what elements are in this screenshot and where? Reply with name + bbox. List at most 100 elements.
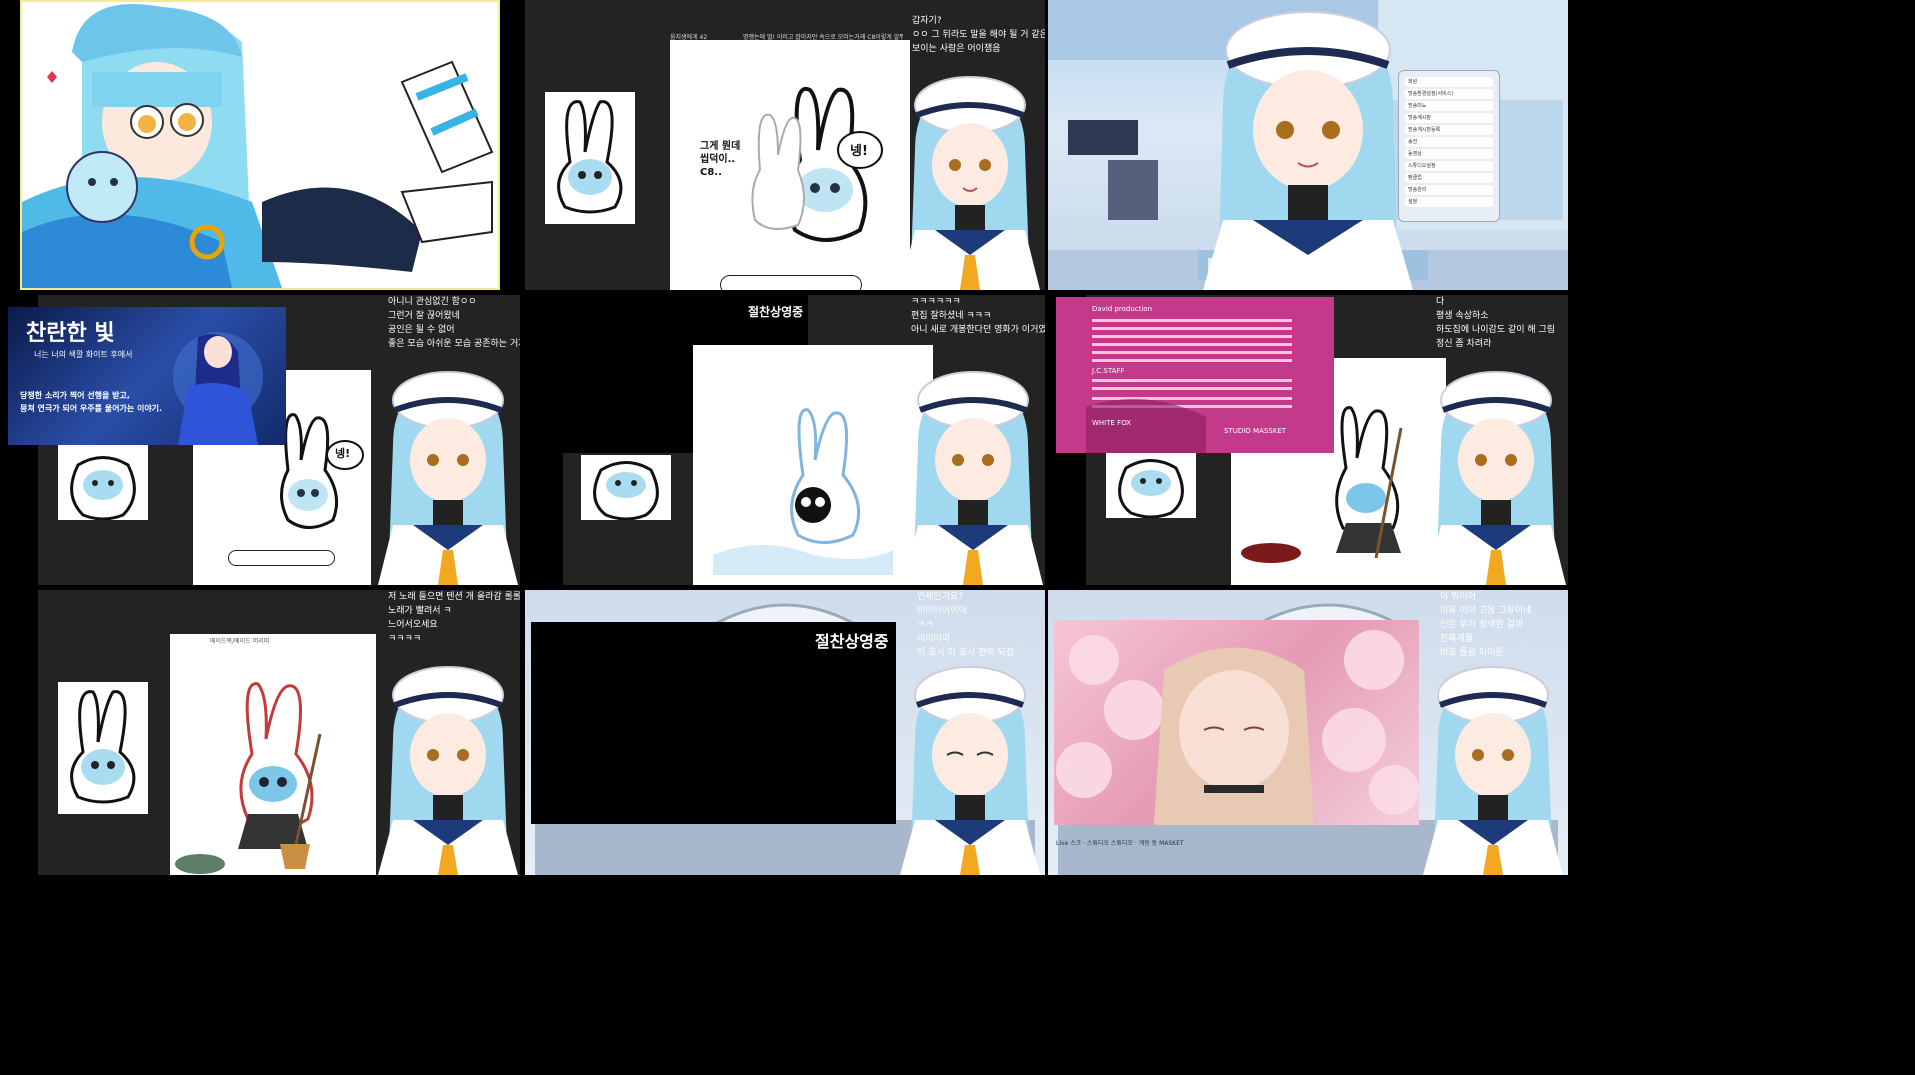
chat-line: 이 호시 이 호시 편히 되집	[917, 648, 1015, 658]
main-canvas[interactable]	[693, 345, 933, 585]
tile-illustration[interactable]	[20, 0, 500, 290]
chat-line: 신은 무기 정색한 걸까	[1440, 620, 1524, 630]
tile-drawing-stream-5[interactable]: 메이드복/메이드 머리띠 저 노래 들으면 텐션 개 올라감 롤롤 ㅋㅋ 노래가…	[38, 590, 520, 875]
chat-overlay: ㅋㅋㅋㅋㅋㅋ 편집 잘하셨네 ㅋㅋㅋ 아니 새로 개봉한다던 영화가 이거였네	[911, 295, 1045, 337]
banner-title: 찬란한 빛	[26, 321, 115, 346]
menu-item[interactable]: 스튜디오설정	[1405, 161, 1493, 171]
bubble-right-text: 넹!	[850, 144, 868, 159]
chat-overlay: 이 뭐이어 이유 이야 고음 그뮤이네 신은 무기 정색한 걸까 진짜개꿀 바로…	[1440, 590, 1531, 660]
chat-line: ㅇㅇ 그 뒤라도 말을 해야 될 거 같은 게	[912, 30, 1045, 40]
chat-line: ㅋㅋㅋㅋ	[388, 634, 422, 644]
tile-room-stream[interactable]: 회원 방송환경설정(서비스) 방송미뇨 방송계시판 방송게시판등록 송전 동영상…	[1048, 0, 1568, 290]
reference-canvas	[1106, 453, 1196, 519]
menu-item[interactable]: 방송게시판등록	[1405, 125, 1493, 135]
chat-line: 보이는 사람은 어이잼음	[912, 44, 1001, 54]
chat-overlay: 아니니 관심없긴 함ㅇㅇ 그런거 잘 끊어왔네 공인은 될 수 없어 좋은 모습…	[388, 295, 520, 351]
vtuber-avatar	[378, 371, 518, 585]
chat-line: 갑자기?	[912, 16, 942, 26]
chat-line: 진짜개꿀	[1440, 634, 1474, 644]
menu-item[interactable]: 방송계시판	[1405, 113, 1493, 123]
chat-line: 바로 틀을 되이문	[1440, 648, 1504, 658]
chat-line: 아니니 관심없긴 함ㅇㅇ	[388, 297, 477, 307]
tile-drawing-stream-3[interactable]: 절찬상영중 ㅋㅋㅋㅋㅋㅋ 편집 잘하셨네 ㅋㅋㅋ 아니 새로 개봉한다던 영화가…	[563, 295, 1045, 585]
chat-line: 이 뭐이어	[1440, 592, 1476, 602]
video-placeholder	[531, 622, 896, 824]
caption-left: 움지생에게 42	[670, 34, 708, 41]
bunny-reference	[70, 690, 136, 804]
chat-line: 느어서오세요	[388, 620, 438, 630]
chat-line: 평생 속상하소	[1436, 311, 1489, 321]
video-title: 절찬상영중	[815, 632, 889, 651]
vtuber-avatar	[900, 666, 1040, 875]
menu-item[interactable]: 송전	[1405, 137, 1493, 147]
chat-line: 하도집에 나이감도 같이 해 그림	[1436, 325, 1556, 335]
credits-line: WHITE FOX	[1092, 419, 1132, 427]
banner-body: 당쟁한 소리가 찍어 선행을 받고, 뭉쳐 연극가 되어 우주를 울어가는 이야…	[20, 391, 163, 413]
tile-room-stream-3[interactable]: 이 뭐이어 이유 이야 고음 그뮤이네 신은 무기 정색한 걸까 진짜개꿀 바로…	[1048, 590, 1568, 875]
main-canvas[interactable]: 그게 뭔데 씹덕이.. C8.. 넹!	[670, 40, 910, 290]
vtuber-avatar	[1426, 371, 1566, 585]
vtuber-avatar	[378, 666, 518, 875]
credits-overlay: David production J.C.STAFF WHITE FOX STU…	[1056, 297, 1334, 453]
tile-drawing-stream-1[interactable]: 그게 뭔데 씹덕이.. C8.. 넹! 움지생에게 42 명쟁논에 멀! 이러고…	[525, 0, 1045, 290]
bunny-reference	[1118, 459, 1184, 519]
tile-room-stream-2[interactable]: 절찬상영중 언제인가요? 이이이이이이 ㅋㅋ 이이이이 이 호시 이 호시 편히…	[525, 590, 1045, 875]
settings-menu[interactable]: 회원 방송환경설정(서비스) 방송미뇨 방송계시판 방송게시판등록 송전 동영상…	[1398, 70, 1500, 222]
illustration-art	[22, 4, 494, 288]
vtuber-avatar	[1203, 11, 1413, 290]
chat-line: ㅋㅋ	[917, 620, 934, 630]
chat-line: 이이이이이이	[917, 606, 967, 616]
movie-banner: 찬란한 빛 너는 너의 색깔 화이트 후에서 당쟁한 소리가 찍어 선행을 받고…	[8, 307, 286, 445]
chat-line: 노래가 빨려서 ㅋ	[388, 606, 452, 616]
anime-video-art	[1056, 630, 1419, 825]
canvas-bottom-button[interactable]	[228, 550, 335, 566]
chat-line: 저 노래 들으면 텐션 개 올라감 롤롤 ㅋㅋ	[388, 592, 520, 602]
menu-item[interactable]: 동영상	[1405, 149, 1493, 159]
caption-right: 명쟁논에 멀! 이러고 잡아지만 속으로 모러는거래 C8이렇게 알뤄는거거든요	[743, 34, 903, 41]
bunny-reference	[593, 461, 659, 521]
anime-video	[1054, 620, 1419, 825]
menu-item[interactable]: 방송관리	[1405, 185, 1493, 195]
chat-line: 공인은 될 수 없어	[388, 325, 455, 335]
canvas-caption: 메이드복/메이드 머리띠	[210, 638, 270, 645]
menu-item[interactable]: 설정	[1405, 197, 1493, 207]
main-canvas[interactable]: 메이드복/메이드 머리띠	[170, 634, 376, 875]
vtuber-avatar	[1423, 666, 1563, 875]
chat-line: 이이이이	[917, 634, 951, 644]
chat-line: 이유 이야 고음 그뮤이네	[1440, 606, 1532, 616]
chat-line: 정신 좀 차려라	[1436, 339, 1492, 349]
vtuber-avatar	[900, 76, 1040, 290]
chat-overlay: 저 노래 들으면 텐션 개 올라감 롤롤 ㅋㅋ 노래가 빨려서 ㅋ 느어서오세요…	[388, 590, 520, 646]
bunny-reference	[70, 456, 136, 521]
chat-line: 좋은 모습 아쉬운 모습 공존하는 거지	[388, 339, 520, 349]
vtuber-avatar	[903, 371, 1043, 585]
video-title: 절찬상영중	[748, 305, 804, 319]
reference-canvas	[58, 682, 148, 814]
bubble-left-text: 그게 뭔데 씹덕이.. C8..	[700, 141, 741, 178]
chat-line: 그런거 잘 끊어왔네	[388, 311, 460, 321]
chat-overlay: 다 평생 속상하소 하도집에 나이감도 같이 해 그림 정신 좀 차려라	[1436, 295, 1555, 351]
bunny-reference	[557, 100, 623, 214]
credits-line: STUDIO MASSKET	[1224, 427, 1287, 435]
menu-item[interactable]: 방송미뇨	[1405, 101, 1493, 111]
chat-overlay: 언제인가요? 이이이이이이 ㅋㅋ 이이이이 이 호시 이 호시 편히 되집	[917, 590, 1014, 660]
canvas-bottom-button[interactable]	[720, 275, 862, 290]
menu-item[interactable]: 회원	[1405, 77, 1493, 87]
credits-line: J.C.STAFF	[1092, 367, 1125, 375]
menu-item[interactable]: 팬클럽	[1405, 173, 1493, 183]
reference-canvas	[581, 455, 671, 521]
chat-line: 언제인가요?	[917, 592, 964, 602]
menu-item[interactable]: 방송환경설정(서비스)	[1405, 89, 1493, 99]
bubble-right-text: 넹!	[335, 447, 351, 460]
reference-canvas	[58, 445, 148, 521]
chat-line: 다	[1436, 297, 1445, 307]
footer-credit: Live 스크 · 스튜디오 스튜디오 · 게등 동 MASKET	[1056, 840, 1184, 847]
chat-line: 편집 잘하셨네 ㅋㅋㅋ	[911, 311, 992, 321]
credits-text-lines	[1086, 319, 1292, 453]
stream-multiview-grid: 그게 뭔데 씹덕이.. C8.. 넹! 움지생에게 42 명쟁논에 멀! 이러고…	[0, 0, 1915, 1075]
banner-subtitle: 너는 너의 색깔 화이트 후에서	[34, 350, 133, 359]
chat-line: 아니 새로 개봉한다던 영화가 이거였네	[911, 325, 1045, 335]
bunny-main-art	[713, 408, 893, 575]
chat-overlay: 갑자기? ㅇㅇ 그 뒤라도 말을 해야 될 거 같은 게 보이는 사람은 어이잼…	[912, 14, 1045, 56]
chat-line: ㅋㅋㅋㅋㅋㅋ	[911, 297, 961, 307]
